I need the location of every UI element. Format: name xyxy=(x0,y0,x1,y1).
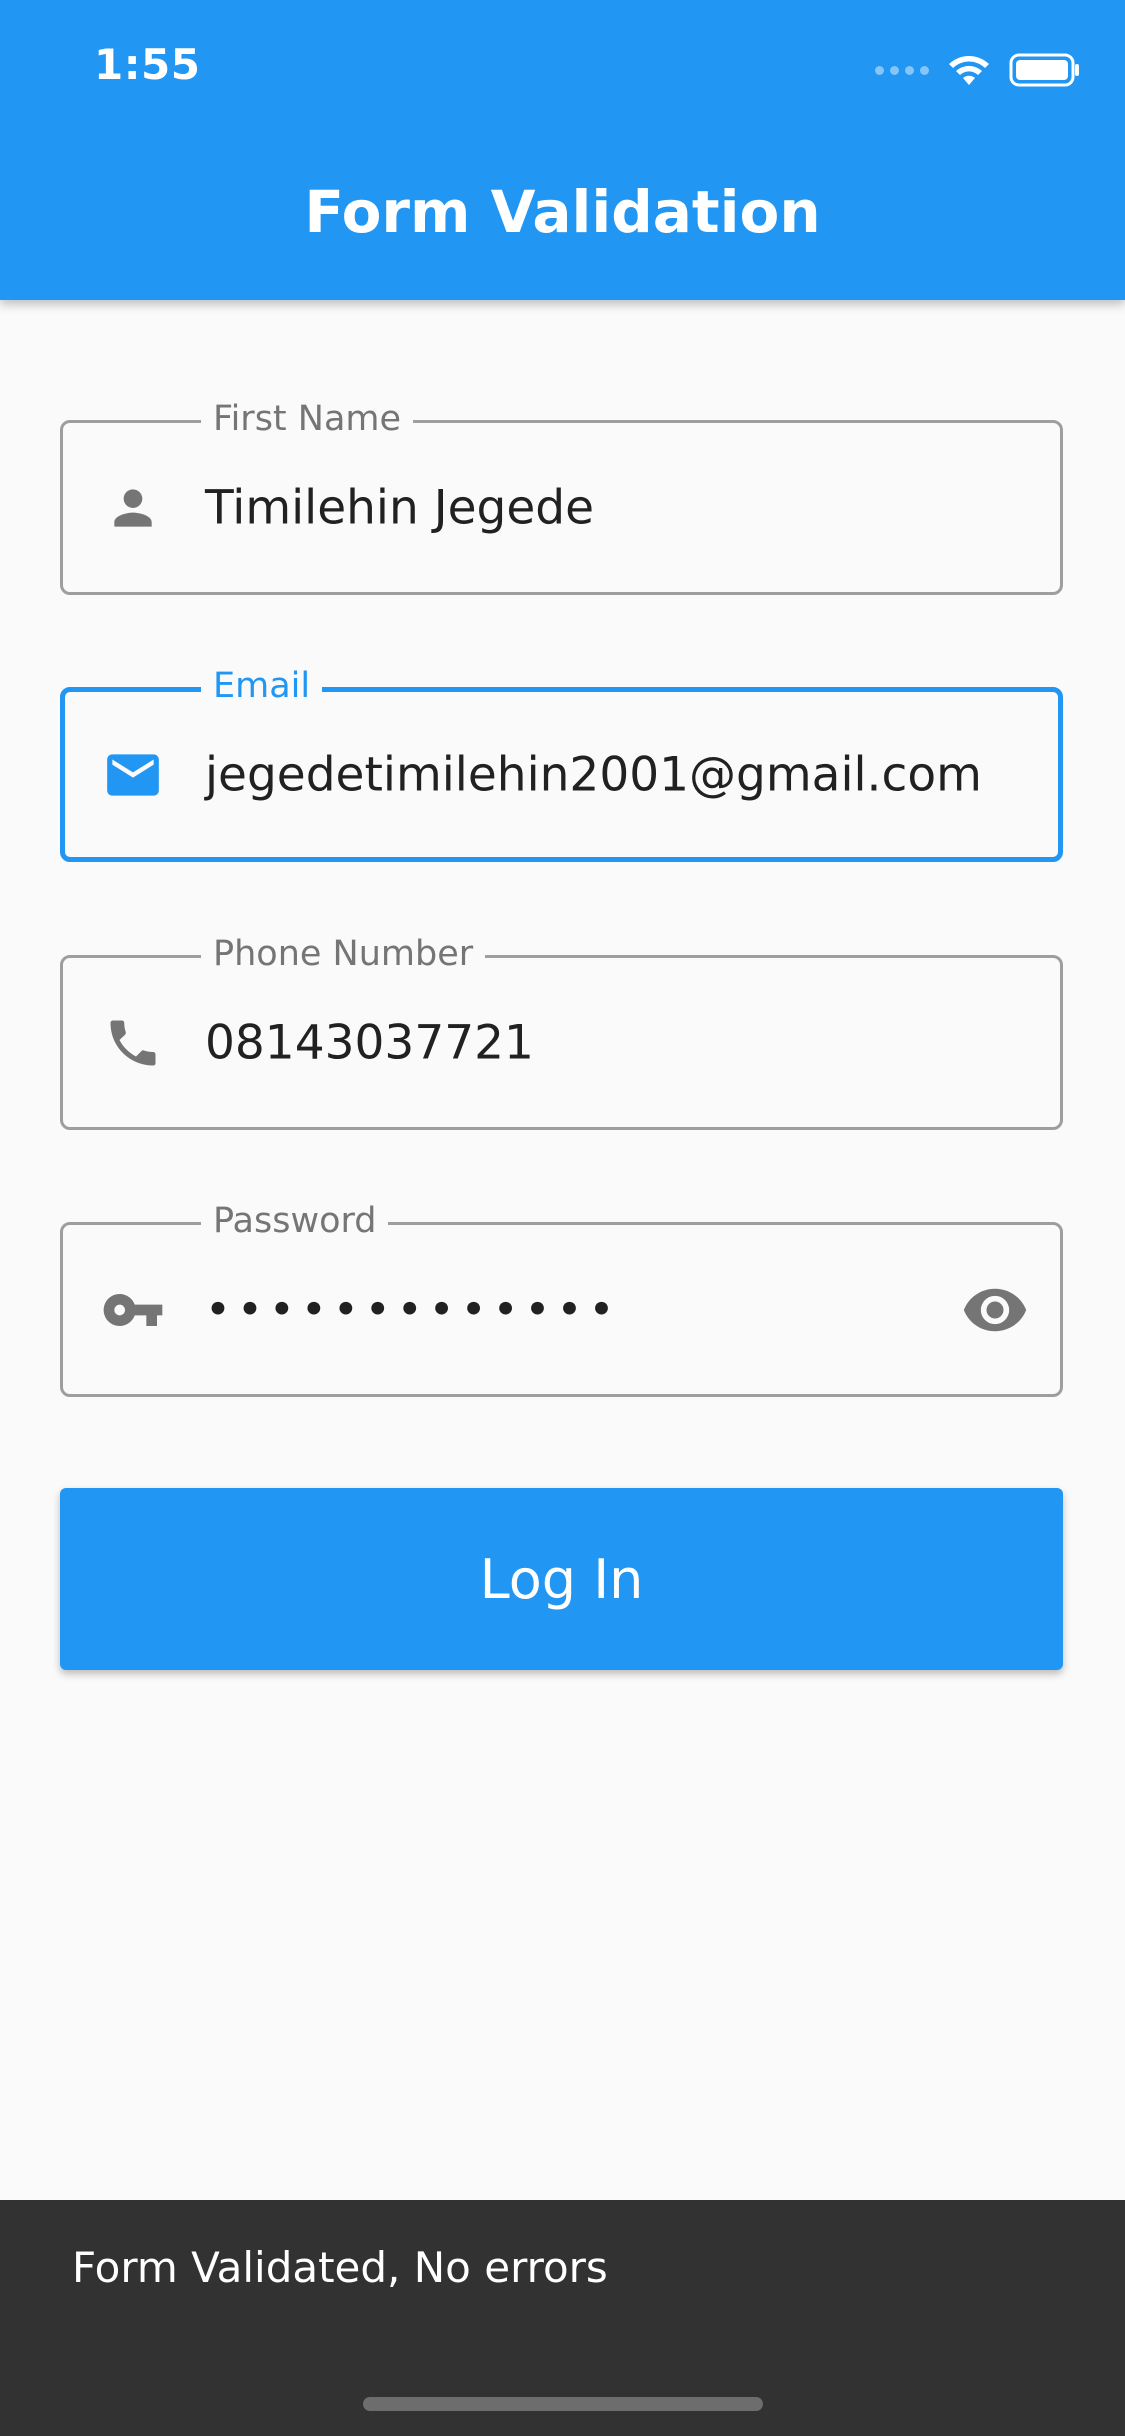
battery-icon xyxy=(1009,53,1079,87)
email-label: Email xyxy=(201,664,323,708)
home-indicator[interactable] xyxy=(363,2397,763,2411)
status-icons xyxy=(875,48,1081,92)
key-icon xyxy=(101,1278,165,1342)
password-input[interactable]: ••••••••••••• xyxy=(205,1284,620,1335)
cellular-signal-icon xyxy=(875,65,929,75)
phone-number-input[interactable]: 08143037721 xyxy=(205,1015,534,1070)
email-input[interactable]: jegedetimilehin2001@gmail.com xyxy=(205,747,982,802)
first-name-label: First Name xyxy=(201,397,414,441)
snackbar-message: Form Validated, No errors xyxy=(72,2243,608,2292)
status-time: 1:55 xyxy=(94,40,201,89)
mail-icon xyxy=(101,743,165,807)
email-field[interactable]: Email jegedetimilehin2001@gmail.com xyxy=(60,664,1063,862)
first-name-input[interactable]: Timilehin Jegede xyxy=(205,480,594,535)
page-title: Form Validation xyxy=(304,178,821,246)
phone-icon xyxy=(101,1011,165,1075)
phone-number-label: Phone Number xyxy=(201,932,486,976)
first-name-field[interactable]: First Name Timilehin Jegede xyxy=(60,397,1063,595)
person-icon xyxy=(101,476,165,540)
password-field[interactable]: Password ••••••••••••• xyxy=(60,1199,1063,1397)
password-label: Password xyxy=(201,1199,389,1243)
app-bar: 1:55 Form Validation xyxy=(0,0,1125,300)
eye-icon[interactable] xyxy=(960,1275,1030,1345)
log-in-button[interactable]: Log In xyxy=(60,1488,1063,1670)
wifi-icon xyxy=(949,56,989,85)
phone-number-field[interactable]: Phone Number 08143037721 xyxy=(60,932,1063,1130)
